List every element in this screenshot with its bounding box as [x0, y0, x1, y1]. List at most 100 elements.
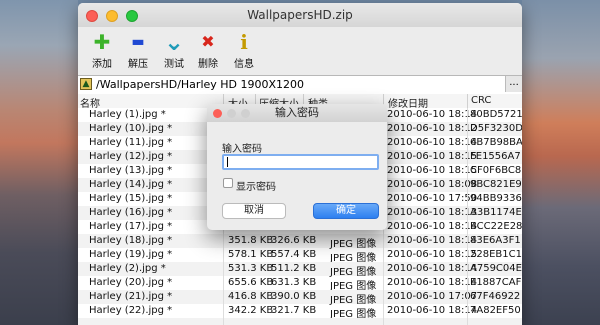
close-window-button[interactable] [86, 10, 98, 22]
cell-crc: FE1556A7 [470, 151, 521, 162]
dialog-minimize-button [227, 109, 236, 118]
cell-packed: 326.6 KB [271, 235, 317, 246]
test-button[interactable]: ⌄ 测试 [156, 28, 192, 70]
show-password-checkbox[interactable] [223, 178, 233, 188]
cell-date: 2010-06-10 18:15 [387, 151, 478, 162]
path-field[interactable]: /WallpapersHD/Harley HD 1900X1200 [96, 78, 304, 91]
table-row[interactable]: Harley (2).jpg * 531.3 KB 511.2 KB JPEG … [78, 262, 522, 278]
cell-packed: 390.0 KB [271, 291, 317, 302]
cell-packed: 321.7 KB [271, 305, 317, 316]
cell-name: Harley (21).jpg * [89, 291, 173, 302]
extract-label: 解压 [128, 59, 148, 70]
cell-crc: 7A82EF50 [470, 305, 521, 316]
add-button[interactable]: ✚ 添加 [84, 31, 120, 70]
cell-name: Harley (15).jpg * [89, 193, 173, 204]
table-row[interactable]: Harley (22).jpg * 342.2 KB 321.7 KB JPEG… [78, 304, 522, 320]
column-divider[interactable] [467, 94, 468, 108]
cell-date: 2010-06-10 18:14 [387, 137, 478, 148]
cell-date: 2010-06-10 17:07 [387, 291, 478, 302]
cell-packed: 557.4 KB [271, 249, 317, 260]
column-guide [467, 108, 468, 325]
cell-size: 351.8 KB [228, 235, 274, 246]
test-label: 测试 [164, 59, 184, 70]
ok-button[interactable]: 确定 [313, 203, 379, 219]
toolbar: ✚ 添加 ▬ 解压 ⌄ 测试 ✖ 删除 i 信息 [78, 27, 522, 75]
minimize-window-button[interactable] [106, 10, 118, 22]
password-dialog: 输入密码 输入密码 显示密码 取消 确定 [207, 104, 387, 230]
cell-name: Harley (16).jpg * [89, 207, 173, 218]
password-prompt-label: 输入密码 [222, 144, 262, 155]
password-input[interactable] [222, 154, 379, 170]
cell-date: 2010-06-10 17:50 [387, 193, 478, 204]
cell-crc: 228EB1C1 [470, 249, 522, 260]
desktop-wallpaper-left [0, 0, 78, 325]
cell-packed: 511.2 KB [271, 263, 317, 274]
cell-date: 2010-06-10 18:14 [387, 221, 478, 232]
cell-size: 531.3 KB [228, 263, 274, 274]
cell-date: 2010-06-10 18:14 [387, 305, 478, 316]
title-bar[interactable]: WallpapersHD.zip [78, 3, 522, 27]
check-chevron-icon: ⌄ [163, 28, 185, 56]
cell-name: Harley (20).jpg * [89, 277, 173, 288]
cell-name: Harley (22).jpg * [89, 305, 173, 316]
cell-crc: 9BC821E9 [470, 179, 522, 190]
cell-name: Harley (13).jpg * [89, 165, 173, 176]
cell-crc: A759C04E [470, 263, 522, 274]
cell-date: 2010-06-10 18:14 [387, 277, 478, 288]
cell-crc: 80BD5721 [470, 109, 522, 120]
cell-name: Harley (17).jpg * [89, 221, 173, 232]
path-more-button[interactable]: ... [505, 76, 522, 92]
cell-name: Harley (2).jpg * [89, 263, 166, 274]
column-crc[interactable]: CRC [471, 95, 491, 106]
cell-crc: D5F3230D [470, 123, 522, 134]
delete-label: 删除 [198, 59, 218, 70]
cell-date: 2010-06-10 18:12 [387, 123, 478, 134]
cell-date: 2010-06-10 18:15 [387, 249, 478, 260]
dialog-zoom-button [241, 109, 250, 118]
show-password-label[interactable]: 显示密码 [236, 178, 276, 193]
text-caret [227, 157, 228, 167]
table-row[interactable]: Harley (20).jpg * 655.6 KB 631.3 KB JPEG… [78, 276, 522, 292]
dialog-title-bar[interactable]: 输入密码 [207, 104, 387, 122]
table-row[interactable]: Harley (18).jpg * 351.8 KB 326.6 KB JPEG… [78, 234, 522, 250]
cell-size: 342.2 KB [228, 305, 274, 316]
up-folder-icon[interactable]: ▲ [80, 78, 92, 90]
cell-name: Harley (14).jpg * [89, 179, 173, 190]
delete-button[interactable]: ✖ 删除 [190, 31, 226, 70]
dialog-title: 输入密码 [275, 106, 319, 119]
cell-date: 2010-06-10 18:08 [387, 179, 478, 190]
cell-date: 2010-06-10 18:14 [387, 263, 478, 274]
cell-date: 2010-06-10 18:15 [387, 165, 478, 176]
table-row[interactable]: Harley (19).jpg * 578.1 KB 557.4 KB JPEG… [78, 248, 522, 264]
table-row[interactable] [78, 318, 522, 325]
cell-size: 578.1 KB [228, 249, 274, 260]
add-label: 添加 [92, 59, 112, 70]
desktop-wallpaper-right [522, 0, 600, 325]
window-title: WallpapersHD.zip [247, 8, 353, 22]
cell-size: 416.8 KB [228, 291, 274, 302]
cell-crc: CF0F6BC8 [470, 165, 522, 176]
cancel-button[interactable]: 取消 [222, 203, 286, 219]
cell-name: Harley (19).jpg * [89, 249, 173, 260]
delete-x-icon: ✖ [201, 32, 215, 51]
info-button[interactable]: i 信息 [226, 31, 262, 70]
info-icon: i [240, 30, 248, 54]
minus-icon: ▬ [131, 34, 145, 50]
info-label: 信息 [234, 59, 254, 70]
extract-button[interactable]: ▬ 解压 [120, 31, 156, 70]
path-bar: ▲ /WallpapersHD/Harley HD 1900X1200 ... [78, 75, 522, 95]
dialog-close-button[interactable] [213, 109, 222, 118]
cell-name: Harley (18).jpg * [89, 235, 173, 246]
cell-crc: A3B1174E [470, 207, 522, 218]
zoom-window-button[interactable] [126, 10, 138, 22]
cell-crc: E1887CAF [470, 277, 522, 288]
cell-name: Harley (10).jpg * [89, 123, 173, 134]
cell-date: 2010-06-10 18:13 [387, 207, 478, 218]
cell-name: Harley (1).jpg * [89, 109, 166, 120]
cell-crc: 67F46922 [470, 291, 521, 302]
cell-name: Harley (12).jpg * [89, 151, 173, 162]
cell-packed: 631.3 KB [271, 277, 317, 288]
table-row[interactable]: Harley (21).jpg * 416.8 KB 390.0 KB JPEG… [78, 290, 522, 306]
cell-crc: 83E6A3F1 [470, 235, 521, 246]
plus-icon: ✚ [93, 30, 111, 54]
